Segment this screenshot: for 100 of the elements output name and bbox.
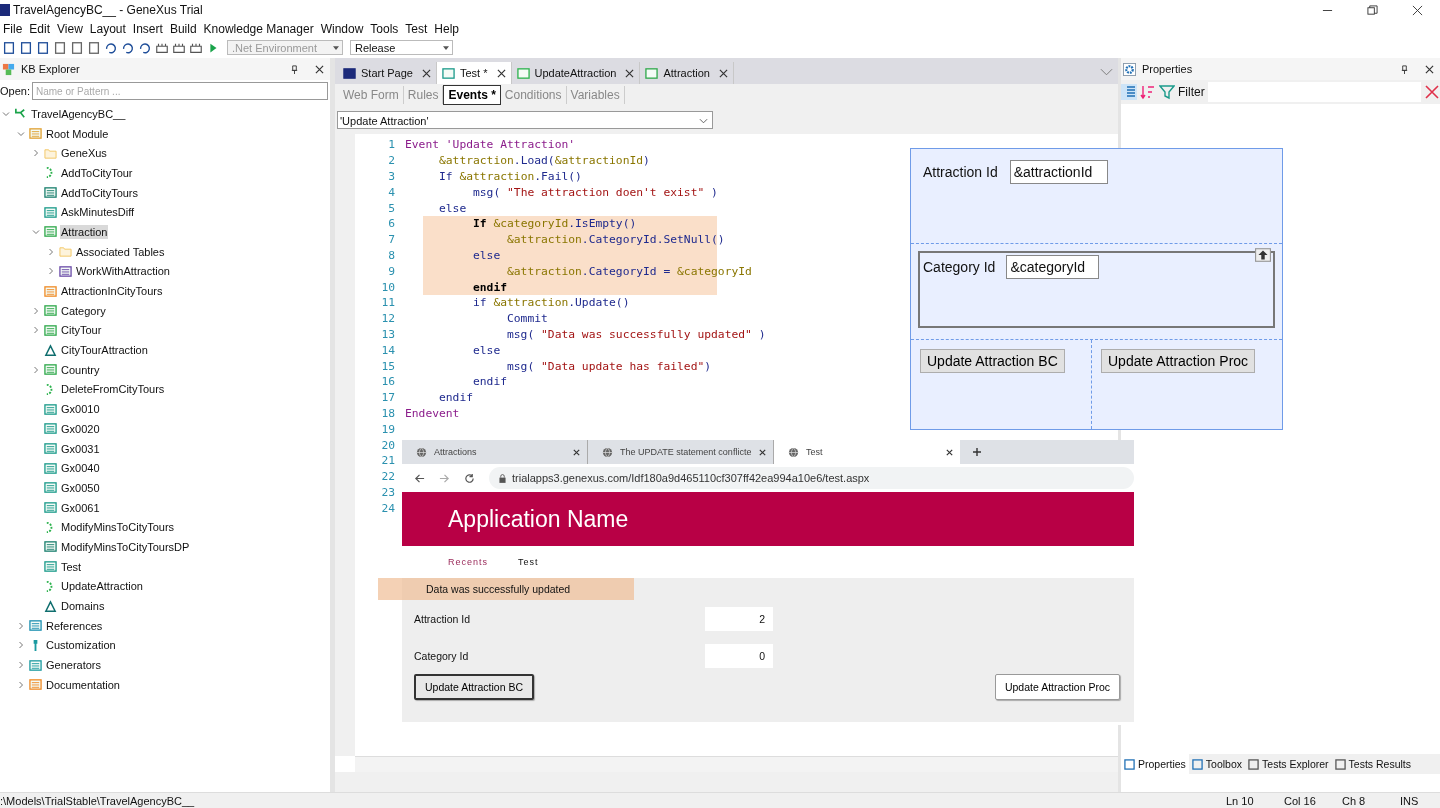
tree-item[interactable]: DeleteFromCityTours (60, 382, 166, 397)
tree-item[interactable]: Gx0040 (60, 461, 101, 476)
menu-item[interactable]: Help (434, 21, 460, 36)
tree-item[interactable]: ModifyMinsToCityTours (60, 520, 176, 535)
horizontal-scrollbar[interactable] (335, 772, 1118, 792)
web-button[interactable]: Update Attraction Proc (994, 674, 1120, 700)
panel-tab[interactable]: Tests Results (1331, 754, 1415, 774)
tree-item[interactable]: Category (60, 303, 107, 318)
tree-item[interactable]: ModifyMinsToCityToursDP (60, 539, 191, 554)
close-icon[interactable] (496, 68, 506, 78)
event-dropdown[interactable]: 'Update Attraction' (337, 111, 713, 129)
menu-item[interactable]: View (57, 21, 83, 36)
close-icon[interactable] (1425, 64, 1434, 74)
input-field[interactable]: 0 (705, 643, 773, 668)
panel-title: KB Explorer (21, 63, 80, 75)
close-icon[interactable] (572, 447, 581, 457)
tree-item[interactable]: Root Module (45, 126, 110, 141)
sort-icon[interactable] (1140, 84, 1156, 100)
horizontal-scrollbar[interactable] (355, 756, 1118, 772)
tree-item[interactable]: AddToCityTour (60, 165, 134, 180)
input-field[interactable]: &categoryId (1006, 255, 1100, 279)
undo-icon[interactable] (104, 40, 118, 55)
close-icon[interactable] (315, 64, 324, 74)
menu-item[interactable]: Test (405, 21, 428, 36)
search-field[interactable]: Name or Pattern ... (31, 82, 328, 100)
tree-item[interactable]: CityTourAttraction (60, 343, 149, 358)
selection-frame[interactable]: Category Id &categoryId (918, 251, 1275, 328)
menu-item[interactable]: Window (320, 21, 364, 36)
form-button[interactable]: Update Attraction Proc (1101, 349, 1256, 373)
line-number: 4 (387, 185, 396, 199)
tree-item[interactable]: AddToCityTours (60, 185, 140, 200)
tree-item[interactable]: Associated Tables (75, 244, 166, 259)
menu-item[interactable]: Edit (29, 21, 51, 36)
categorized-icon[interactable] (1121, 84, 1137, 100)
tree-item[interactable]: Generators (45, 658, 103, 673)
tree-item[interactable]: UpdateAttraction (60, 579, 144, 594)
clear-icon[interactable] (1424, 84, 1440, 100)
tree-item[interactable]: Gx0020 (60, 421, 101, 436)
close-icon[interactable] (422, 68, 431, 78)
form-icon (44, 225, 57, 239)
window-icon (442, 66, 455, 80)
tree-item[interactable]: Gx0050 (60, 480, 101, 495)
code-line: If &categoryId.IsEmpty() (472, 217, 637, 231)
tree-item[interactable]: CityTour (60, 323, 103, 338)
tree-item[interactable]: AskMinutesDiff (60, 205, 136, 220)
tree-item[interactable]: Country (60, 362, 101, 377)
tree-item[interactable]: References (45, 618, 104, 633)
form-button[interactable]: Update Attraction BC (920, 349, 1065, 373)
redo-icon[interactable] (121, 40, 135, 55)
tree-item[interactable]: Gx0031 (60, 441, 101, 456)
menu-item[interactable]: Tools (370, 21, 399, 36)
form-icon (44, 363, 57, 377)
new-tab-icon[interactable] (972, 447, 982, 457)
tree-item[interactable]: Gx0010 (60, 402, 101, 417)
panel-tab[interactable]: Tests Explorer (1245, 754, 1332, 774)
pin-icon[interactable] (1400, 64, 1409, 74)
tree-item[interactable]: GeneXus (60, 146, 108, 161)
window-grid-icon (29, 658, 42, 672)
menu-item[interactable]: File (3, 21, 23, 36)
filter-icon[interactable] (1159, 84, 1175, 100)
part-tab[interactable]: Events * (443, 85, 501, 105)
tree-item[interactable]: Test (60, 559, 83, 574)
pin-icon[interactable] (290, 64, 299, 74)
tree-item[interactable]: Attraction (60, 224, 109, 239)
panel-tab[interactable]: Properties (1121, 754, 1189, 774)
tree-item[interactable]: AttractionInCityTours (60, 284, 164, 299)
nav-link[interactable]: Recents (448, 557, 489, 567)
close-icon[interactable] (625, 68, 635, 78)
panel-tab[interactable]: Toolbox (1188, 754, 1246, 774)
menu-item[interactable]: Layout (89, 21, 126, 36)
close-icon[interactable] (758, 447, 767, 457)
menu-item[interactable]: Insert (132, 21, 163, 36)
refresh-icon[interactable] (138, 40, 152, 55)
web-button[interactable]: Update Attraction BC (414, 674, 535, 700)
tree-item[interactable]: Customization (45, 638, 117, 653)
code-line: Endevent (405, 406, 460, 420)
back-icon[interactable] (414, 472, 425, 484)
tree-item[interactable]: Domains (60, 599, 106, 614)
menu-item[interactable]: Build (169, 21, 197, 36)
field-label: Attraction Id (414, 612, 472, 625)
input-field[interactable]: 2 (705, 606, 773, 631)
restore-icon[interactable] (1367, 4, 1378, 16)
browser-tab[interactable]: Test (774, 440, 960, 464)
tree-item[interactable]: Gx0061 (60, 500, 101, 515)
line-number: 20 (380, 438, 396, 452)
close-icon[interactable] (945, 447, 954, 457)
menu-item[interactable]: Knowledge Manager (203, 21, 314, 36)
tree-item[interactable]: WorkWithAttraction (75, 264, 171, 279)
tree-item[interactable]: TravelAgencyBC__ (30, 106, 127, 121)
input-field[interactable]: &attractionId (1009, 160, 1108, 184)
editor-tab[interactable]: Test * (437, 62, 512, 84)
tree-item[interactable]: Documentation (45, 677, 121, 692)
line-number: 12 (380, 312, 396, 326)
close-icon[interactable] (1412, 4, 1423, 16)
arrow-up-icon[interactable] (1255, 248, 1271, 262)
configuration-dropdown[interactable]: Release (350, 40, 453, 55)
close-icon[interactable] (718, 68, 728, 78)
address-bar[interactable]: trialapps3.genexus.com/Idf180a9d465110cf307ff42ea994a10e6/test.aspx (489, 467, 1134, 489)
reload-icon[interactable] (464, 472, 475, 484)
nav-link[interactable]: Test (518, 557, 539, 567)
